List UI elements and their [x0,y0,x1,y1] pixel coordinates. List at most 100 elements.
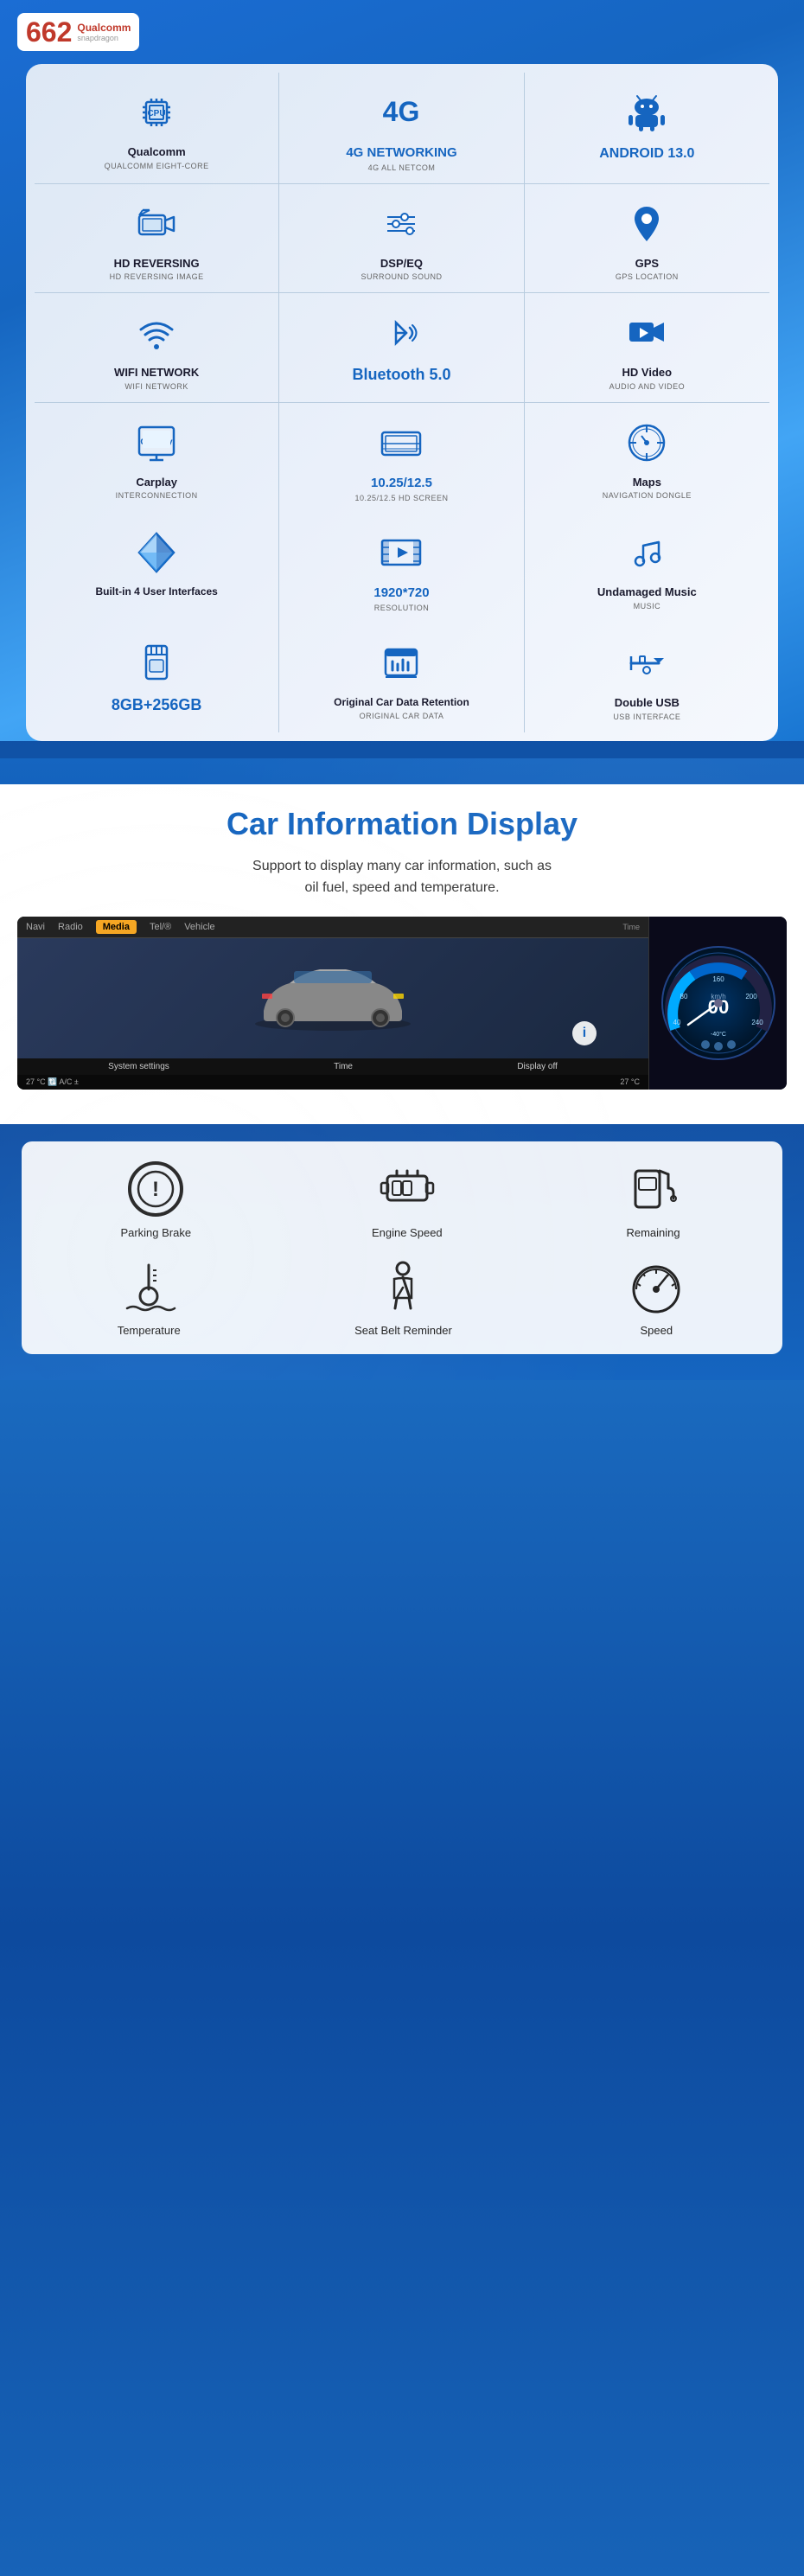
dashboard-screenshot: Navi Radio Media Tel/® Vehicle Time [17,917,787,1090]
dashboard-nav: Navi Radio Media Tel/® Vehicle Time [17,917,648,938]
feature-qualcomm: CPU Qualcomm QUALCOMM EIGHT-CORE [35,73,279,184]
chip-brand-sub: snapdragon [77,34,131,42]
svg-text:200: 200 [745,993,757,1000]
feature-gps: GPS GPS LOCATION [525,184,769,293]
icons-row-2: Temperature [30,1256,774,1337]
feature-music: Undamaged Music MUSIC [525,513,769,623]
temperature-icon [118,1256,179,1317]
icons-row-1: ! Parking Brake [30,1159,774,1239]
seatbelt-label: Seat Belt Reminder [354,1324,452,1337]
dash-temp-right: 27 °C [620,1077,640,1087]
parking-brake-item: ! Parking Brake [120,1159,191,1239]
carplay-icon: CarPlay [131,417,182,469]
seatbelt-item: Seat Belt Reminder [354,1256,452,1337]
camera-icon [131,198,182,250]
wifi-icon [131,307,182,359]
remaining-item: Remaining [623,1159,684,1239]
bluetooth-title: Bluetooth 5.0 [352,366,450,385]
cardata-sub: ORIGINAL CAR DATA [360,712,444,721]
cardata-title: Original Car Data Retention [334,696,469,708]
hd-reversing-title: HD REVERSING [114,257,200,271]
dashboard-left: Navi Radio Media Tel/® Vehicle Time [17,917,648,1090]
storage-title: 8GB+256GB [112,696,202,715]
carplay-sub: INTERCONNECTION [116,491,198,501]
feature-cardata: Original Car Data Retention ORIGINAL CAR… [279,623,524,732]
engine-speed-icon [377,1159,437,1219]
svg-text:CPU: CPU [148,109,166,118]
film-icon [375,527,427,578]
car-silhouette [246,959,419,1037]
svg-text:!: ! [152,1178,159,1201]
feature-screen: 10.25/12.5 10.25/12.5 HD SCREEN [279,403,524,514]
compass-icon [621,417,673,469]
android-icon [621,86,673,138]
dashboard-temp-row: 27 °C 🔃 A/C ± 27 °C [17,1075,648,1090]
feature-hd-video: HD Video AUDIO AND VIDEO [525,293,769,402]
parking-brake-label: Parking Brake [120,1226,191,1239]
nav-media: Media [96,920,137,934]
screen-icon [375,417,427,469]
qualcomm-sub: QUALCOMM EIGHT-CORE [105,162,209,171]
dashboard-right: 160 200 240 80 40 km/h 00 -40°C [648,917,787,1090]
info-icons-panel: ! Parking Brake [22,1141,782,1354]
gps-title: GPS [635,257,659,271]
svg-text:-40°C: -40°C [711,1031,726,1038]
4g-title: 4G NETWORKING [346,145,456,161]
car-info-title: Car Information Display [17,806,787,842]
nav-tel: Tel/® [150,922,171,932]
usb-sub: USB INTERFACE [613,713,680,722]
android-title: ANDROID 13.0 [599,145,694,162]
wifi-sub: WIFI NETWORK [124,382,188,392]
wifi-title: WIFI NETWORK [114,366,199,380]
svg-text:4G: 4G [383,96,420,127]
feature-carplay: CarPlay Carplay INTERCONNECTION [35,403,279,514]
nav-time: Time [622,923,640,931]
features-grid: CPU Qualcomm QUALCOMM EIGHT-CORE 4G 4G N… [35,73,769,732]
gps-sub: GPS LOCATION [616,272,679,282]
dash-temp-left: 27 °C 🔃 A/C ± [26,1077,79,1087]
pin-icon [621,198,673,250]
nav-navi: Navi [26,922,45,932]
remaining-label: Remaining [626,1226,680,1239]
temperature-label: Temperature [118,1324,181,1337]
nav-vehicle: Vehicle [184,922,214,932]
dsp-sub: SURROUND SOUND [361,272,442,282]
screen-title: 10.25/12.5 [371,476,432,491]
speedometer-icon [626,1256,686,1317]
eq-icon [375,198,427,250]
speed-item: Speed [626,1256,686,1337]
hd-reversing-sub: HD REVERSING IMAGE [110,272,204,282]
maps-title: Maps [633,476,661,489]
qualcomm-title: Qualcomm [128,145,186,159]
usb-title: Double USB [615,696,680,710]
fuel-icon [623,1159,684,1219]
nav-radio: Radio [58,922,83,932]
page-wrapper: 662 Qualcomm snapdragon [0,0,804,1380]
feature-bluetooth: Bluetooth 5.0 [279,293,524,402]
resolution-sub: Resolution [374,604,430,613]
cpu-icon: CPU [131,86,182,138]
features-card: CPU Qualcomm QUALCOMM EIGHT-CORE 4G 4G N… [26,64,778,741]
svg-text:80: 80 [680,993,687,1000]
dash-display-off: Display off [517,1062,558,1071]
chip-number: 662 [26,18,72,46]
feature-4g: 4G 4G NETWORKING 4G ALL NETCOM [279,73,524,184]
speedometer-gauge: 160 200 240 80 40 km/h 00 -40°C [658,943,779,1064]
feature-wifi: WIFI NETWORK WIFI NETWORK [35,293,279,402]
maps-sub: NAVIGATION DONGLE [603,491,692,501]
dashboard-bottom: System settings Time Display off [17,1058,648,1075]
hd-video-title: HD Video [622,366,673,380]
chip-brand-info: Qualcomm snapdragon [77,22,131,42]
carplay-title: Carplay [136,476,177,489]
feature-storage: 8GB+256GB [35,623,279,732]
qualcomm-badge: 662 Qualcomm snapdragon [17,13,139,51]
top-background: 662 Qualcomm snapdragon [0,0,804,741]
dsp-title: DSP/EQ [380,257,423,271]
feature-usb: Double USB USB INTERFACE [525,623,769,732]
sd-icon [131,637,182,689]
hd-video-sub: AUDIO AND VIDEO [609,382,686,392]
music-sub: MUSIC [634,602,661,611]
feature-dsp: DSP/EQ SURROUND SOUND [279,184,524,293]
usb-icon [621,637,673,689]
car-info-desc: Support to display many car information,… [17,855,787,899]
